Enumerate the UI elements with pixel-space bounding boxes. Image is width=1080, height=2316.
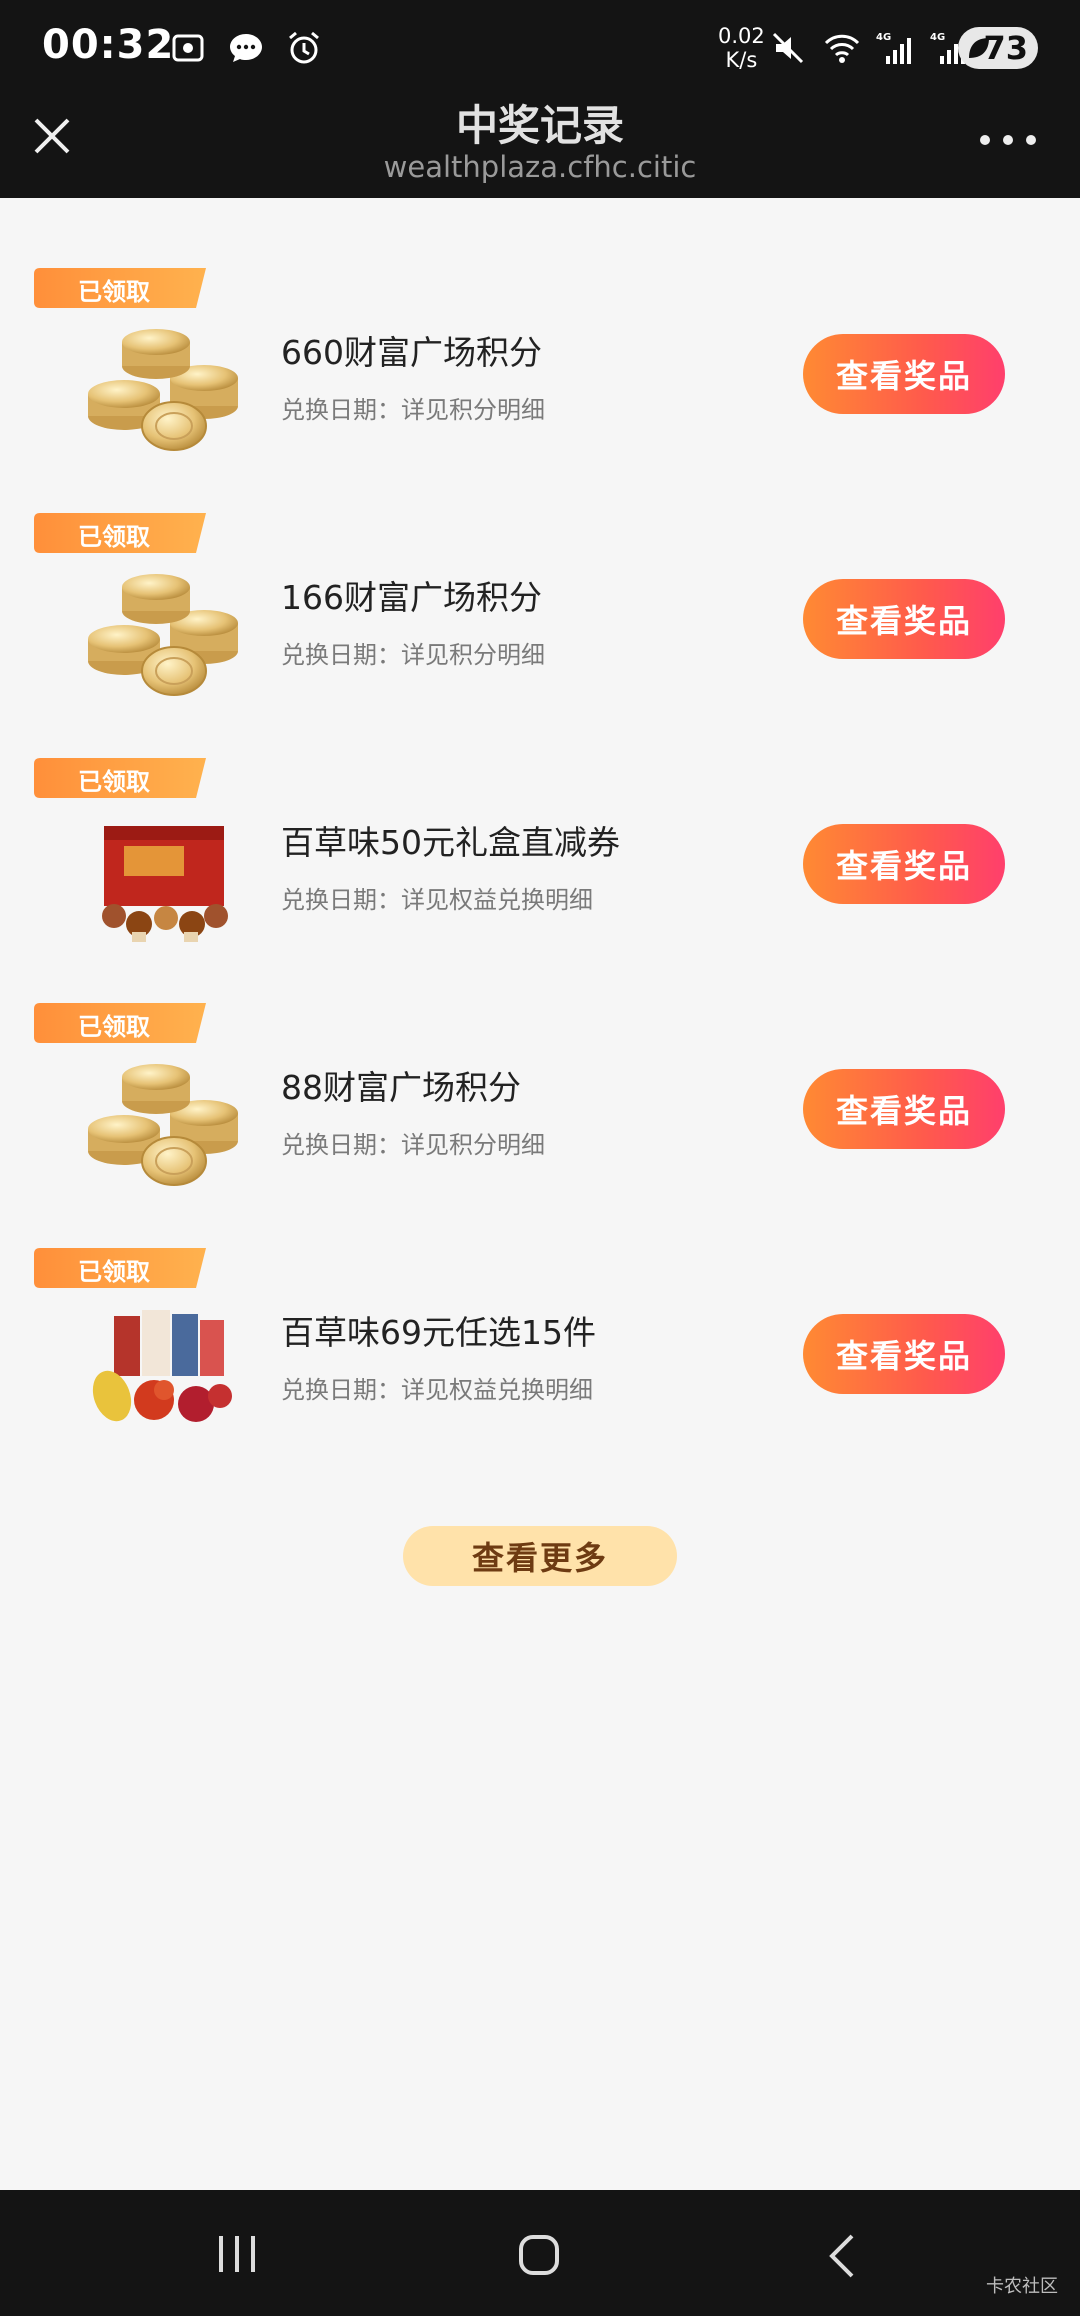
claimed-tag: 已领取 xyxy=(34,758,206,798)
status-notification-icons xyxy=(168,28,324,68)
prize-record-item: 已领取 660财富广场积分 兑换日期：详见积分明细 查看奖品 xyxy=(0,198,1080,451)
claimed-tag-label: 已领取 xyxy=(78,1013,150,1041)
prize-record-item: 已领取 166财富广场积分 兑换日期：详见积分明细 查看奖品 xyxy=(0,443,1080,696)
recent-apps-icon[interactable] xyxy=(215,2234,259,2274)
status-time: 00:32 xyxy=(42,22,175,68)
speed-value: 0.02 xyxy=(718,24,765,48)
view-prize-button[interactable]: 查看奖品 xyxy=(803,579,1005,659)
screenshot-icon xyxy=(172,34,204,62)
claimed-tag: 已领取 xyxy=(34,1003,206,1043)
status-bar: 00:32 0.02 K/s 4G 4G 73 xyxy=(0,0,1080,92)
claimed-tag: 已领取 xyxy=(34,268,206,308)
more-options-button[interactable] xyxy=(980,130,1036,150)
redeem-date: 兑换日期：详见积分明细 xyxy=(281,641,545,669)
prize-record-item: 已领取 百草味69元任选15件 兑换日期：详见权益兑换明细 查看奖品 xyxy=(0,1178,1080,1423)
alarm-icon xyxy=(289,31,319,64)
signal-icon-1: 4G xyxy=(876,32,911,64)
snacks-image xyxy=(84,1296,244,1436)
battery-indicator: 73 xyxy=(958,27,1038,69)
status-system-icons: 4G 4G xyxy=(768,28,970,68)
prize-title: 百草味69元任选15件 xyxy=(281,1313,596,1352)
view-prize-button[interactable]: 查看奖品 xyxy=(803,334,1005,414)
claimed-tag-label: 已领取 xyxy=(78,768,150,796)
prize-title: 660财富广场积分 xyxy=(281,333,542,372)
back-icon[interactable] xyxy=(826,2232,858,2280)
prize-title: 百草味50元礼盒直减券 xyxy=(281,823,620,862)
redeem-date: 兑换日期：详见积分明细 xyxy=(281,396,545,424)
mute-icon xyxy=(772,32,804,64)
page-title: 中奖记录 xyxy=(455,101,624,150)
network-speed: 0.02 K/s xyxy=(718,24,765,72)
navigation-bar: 卡农社区 xyxy=(0,2190,1080,2316)
points-coins-image xyxy=(84,1051,244,1191)
home-icon[interactable] xyxy=(518,2234,560,2276)
watermark: 卡农社区 xyxy=(986,2276,1058,2297)
power-saving-icon xyxy=(969,38,989,58)
points-coins-image xyxy=(84,561,244,701)
network-type-1: 4G xyxy=(876,32,891,43)
prize-record-item: 已领取 88财富广场积分 兑换日期：详见积分明细 查看奖品 xyxy=(0,933,1080,1186)
claimed-tag-label: 已领取 xyxy=(78,523,150,551)
redeem-date: 兑换日期：详见权益兑换明细 xyxy=(281,886,593,914)
view-prize-button[interactable]: 查看奖品 xyxy=(803,824,1005,904)
redeem-date: 兑换日期：详见积分明细 xyxy=(281,1131,545,1159)
redeem-date: 兑换日期：详见权益兑换明细 xyxy=(281,1376,593,1404)
gift-box-image xyxy=(84,806,244,946)
view-prize-button[interactable]: 查看奖品 xyxy=(803,1314,1005,1394)
view-prize-button[interactable]: 查看奖品 xyxy=(803,1069,1005,1149)
message-icon xyxy=(230,34,262,62)
title-bar: 中奖记录 wealthplaza.cfhc.citic xyxy=(0,92,1080,198)
claimed-tag-label: 已领取 xyxy=(78,278,150,306)
prize-record-item: 已领取 百草味50元礼盒直减券 兑换日期：详见权益兑换明细 查看奖品 xyxy=(0,688,1080,942)
claimed-tag: 已领取 xyxy=(34,513,206,553)
speed-unit: K/s xyxy=(725,48,758,72)
prize-title: 88财富广场积分 xyxy=(281,1068,521,1107)
page-url: wealthplaza.cfhc.citic xyxy=(383,150,697,184)
claimed-tag: 已领取 xyxy=(34,1248,206,1288)
points-coins-image xyxy=(84,316,244,456)
view-more-button[interactable]: 查看更多 xyxy=(403,1526,677,1586)
wifi-icon xyxy=(824,34,860,63)
prize-title: 166财富广场积分 xyxy=(281,578,542,617)
network-type-2: 4G xyxy=(930,32,945,43)
claimed-tag-label: 已领取 xyxy=(78,1258,150,1286)
